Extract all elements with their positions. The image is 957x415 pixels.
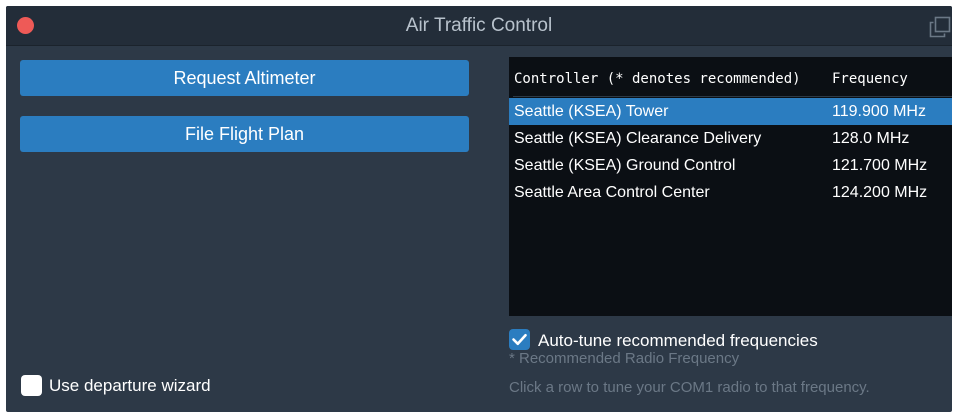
title-bar: Air Traffic Control xyxy=(6,6,952,46)
controller-cell: Seattle (KSEA) Ground Control xyxy=(514,157,736,174)
tune-hint: Click a row to tune your COM1 radio to t… xyxy=(509,379,870,396)
controller-cell: Seattle (KSEA) Clearance Delivery xyxy=(514,130,762,147)
recommended-note: * Recommended Radio Frequency xyxy=(509,350,740,367)
table-row[interactable]: Seattle (KSEA) Clearance Delivery 128.0 … xyxy=(509,125,952,152)
frequency-cell: 128.0 MHz xyxy=(832,130,910,147)
request-altimeter-button[interactable]: Request Altimeter xyxy=(20,60,469,96)
frequency-cell: 124.200 MHz xyxy=(832,184,928,201)
table-row[interactable]: Seattle (KSEA) Tower 119.900 MHz xyxy=(509,98,952,125)
departure-wizard-label: Use departure wizard xyxy=(49,376,211,395)
checkmark-icon xyxy=(512,333,527,346)
window-title: Air Traffic Control xyxy=(405,15,553,36)
frequency-table: Controller (* denotes recommended) Frequ… xyxy=(509,57,952,316)
file-flight-plan-button[interactable]: File Flight Plan xyxy=(20,116,469,152)
auto-tune-label: Auto-tune recommended frequencies xyxy=(538,331,818,350)
close-icon[interactable] xyxy=(17,17,34,34)
atc-window: Air Traffic Control Request Altimeter Fi… xyxy=(6,6,952,412)
controller-cell: Seattle Area Control Center xyxy=(514,184,710,201)
table-row[interactable]: Seattle Area Control Center 124.200 MHz xyxy=(509,179,952,206)
controller-cell: Seattle (KSEA) Tower xyxy=(514,103,669,120)
frequency-table-header: Controller (* denotes recommended) Frequ… xyxy=(509,57,952,97)
frequency-cell: 119.900 MHz xyxy=(832,103,926,120)
controller-column-header[interactable]: Controller (* denotes recommended) xyxy=(514,71,801,87)
auto-tune-checkbox[interactable] xyxy=(509,329,530,350)
frequency-column-header[interactable]: Frequency xyxy=(832,71,908,87)
frequency-cell: 121.700 MHz xyxy=(832,157,928,174)
header-divider xyxy=(513,96,952,97)
table-row[interactable]: Seattle (KSEA) Ground Control 121.700 MH… xyxy=(509,152,952,179)
popout-window-icon[interactable] xyxy=(929,16,951,38)
departure-wizard-checkbox[interactable] xyxy=(21,375,42,396)
